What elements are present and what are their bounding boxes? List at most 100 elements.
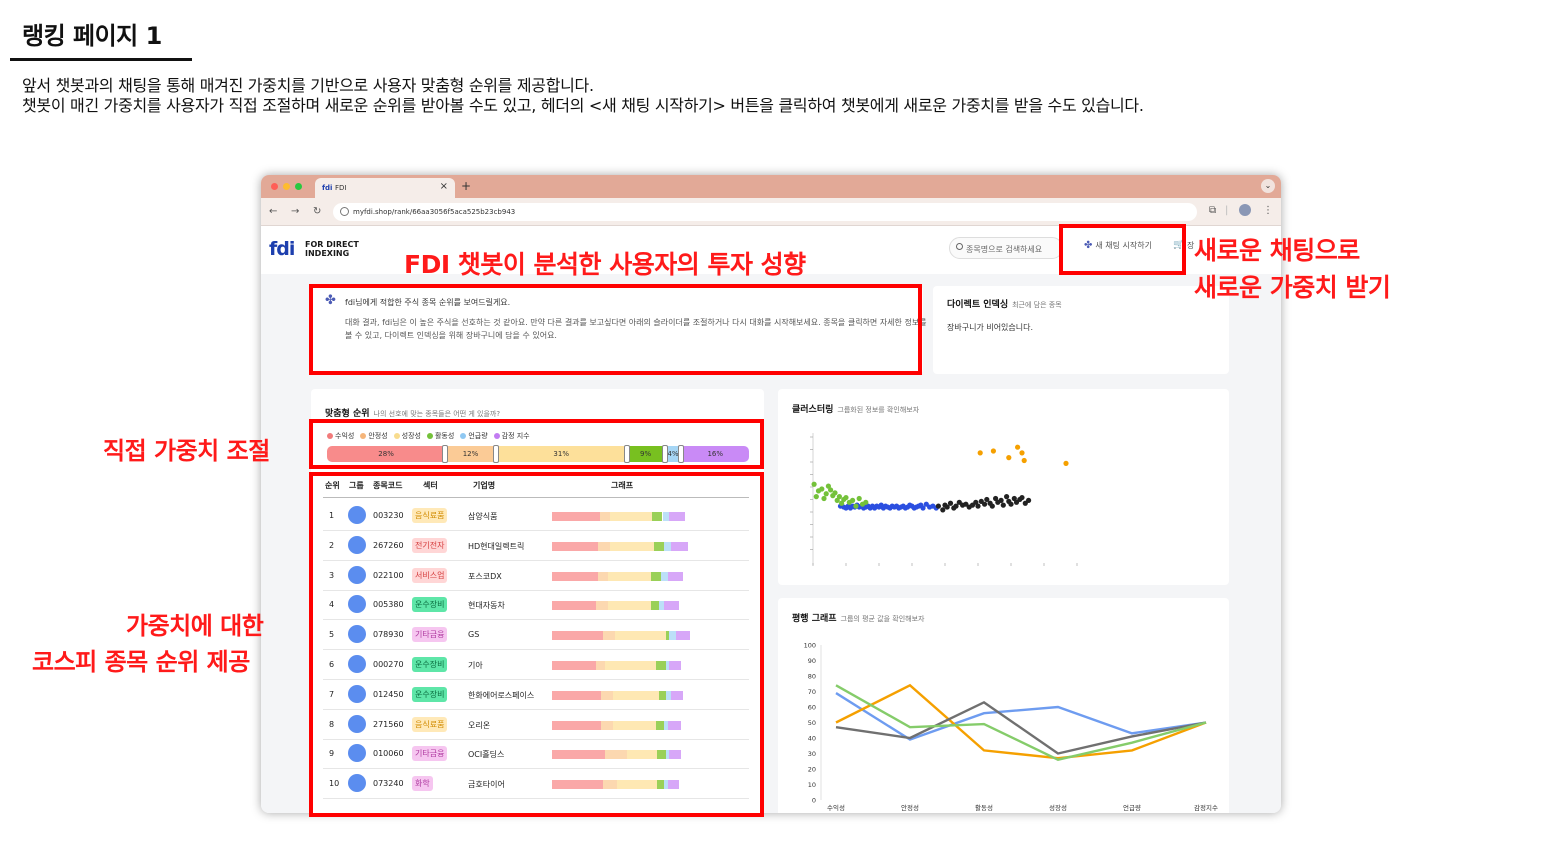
logo-line: FOR DIRECT [305,240,359,249]
tab-search-icon[interactable]: ⌄ [1261,179,1275,193]
ranking-table-highlight [309,472,764,817]
y-tick-label: 50 [808,719,816,727]
site-info-icon[interactable] [340,207,349,216]
y-tick-label: 90 [808,657,816,665]
scatter-point [819,486,825,492]
scatter-point [823,491,829,497]
scatter-point [832,490,838,496]
y-tick-label: 60 [808,704,816,712]
x-tick-label: 감정지수 [1194,803,1218,812]
series-line [835,684,1207,761]
scatter-point [1063,460,1069,466]
section-title-text: 평행 그래프 [792,614,837,624]
scatter-point [998,497,1004,503]
scatter-point [813,494,819,500]
new-tab-icon[interactable]: + [461,179,471,193]
parallel-title: 평행 그래프 그룹의 평균 값을 확인해보자 [792,611,925,624]
browser-toolbar: ← → ↻ myfdi.shop/rank/66aa3056f5aca525b2… [261,198,1281,226]
section-subtitle: 나의 선호에 맞는 종목들은 어떤 게 있을까? [373,410,501,418]
close-window-button[interactable] [271,183,278,190]
scatter-point [850,497,856,503]
annotation-new-chat-2: 새로운 가중치 받기 [1194,273,1391,302]
section-title-text: 다이렉트 인덱싱 [947,300,1009,310]
minimize-window-button[interactable] [283,183,290,190]
scatter-point [982,501,988,507]
scatter-point [821,495,827,502]
scatter-point [940,507,946,513]
x-tick-label: 성장성 [1049,803,1067,812]
forward-icon[interactable]: → [291,206,299,217]
y-tick-label: 100 [804,642,816,650]
close-tab-icon[interactable]: × [440,181,448,192]
scatter-point [836,494,842,500]
section-subtitle: 그룹의 평균 값을 확인해보자 [840,615,925,623]
scatter-point [828,487,834,493]
scatter-point [1008,501,1014,507]
address-bar[interactable]: myfdi.shop/rank/66aa3056f5aca525b23cb943 [333,203,1197,221]
extensions-icon[interactable]: ⧉ [1209,205,1216,216]
scatter-point [935,503,941,509]
tab-title: FDI [335,184,347,192]
x-tick-label: 언급량 [1123,804,1141,812]
tab-fdi[interactable]: fdi FDI × [315,178,455,198]
scatter-point [1019,450,1025,456]
bot-message-highlight [309,284,922,375]
y-tick-label: 80 [808,673,816,681]
scatter-point [989,503,995,509]
section-subtitle: 그룹화된 정보를 확인해보자 [837,406,920,414]
zoom-window-button[interactable] [295,183,302,190]
scatter-point [1026,497,1032,503]
direct-indexing-title: 다이렉트 인덱싱 최근에 담은 종목 [947,297,1062,310]
x-tick-label: 안정성 [901,803,919,812]
annotation-investment-style: FDI 챗봇이 분석한 사용자의 투자 성향 [404,250,806,279]
x-tick-label: 수익성 [827,803,845,812]
search-placeholder: 종목명으로 검색하세요 [966,245,1043,254]
weight-slider-highlight [309,419,764,469]
section-title-text: 맞춤형 순위 [325,409,370,419]
cart-empty-text: 장바구니가 비어있습니다. [947,323,1034,332]
y-tick-label: 30 [808,750,816,758]
scatter-point [1019,494,1025,501]
slide-title: 랭킹 페이지 1 [22,22,162,50]
parallel-line-chart: 0 10 20 30 40 50 60 70 80 90 100 수익성 안정성 활동성 성장성 언급량 감정지… [804,642,1218,813]
y-tick-label: 70 [808,688,816,696]
reload-icon[interactable]: ↻ [313,206,321,217]
clustering-title: 클러스터링 그룹화된 정보를 확인해보자 [792,402,919,415]
y-tick-label: 40 [808,735,816,743]
scatter-point [1006,455,1012,461]
browser-menu-icon[interactable]: ⋮ [1263,205,1273,216]
scatter-point [1004,494,1010,500]
scatter-point [977,450,983,456]
y-tick-label: 0 [812,797,816,805]
scatter-point [811,481,817,487]
series-line [835,683,1207,760]
y-tick-label: 20 [808,766,816,774]
slide-description: 앞서 챗봇과의 채팅을 통해 매겨진 가중치를 기반으로 사용자 맞춤형 순위를… [22,76,1144,116]
tab-bar: fdi FDI × + ⌄ [261,175,1281,198]
clustering-scatter-chart [810,433,1078,566]
scatter-point [975,503,981,509]
scatter-point [947,500,954,506]
y-tick-label: 10 [808,781,816,789]
annotation-weight-adjust: 직접 가중치 조절 [103,437,270,465]
title-underline [10,58,192,61]
toolbar-divider: | [1225,205,1229,216]
fdi-favicon-icon: fdi [322,184,333,192]
back-icon[interactable]: ← [269,206,277,217]
scatter-point [1000,502,1006,508]
ranking-title: 맞춤형 순위 나의 선호에 맞는 종목들은 어떤 게 있을까? [325,406,500,419]
logo-line: INDEXING [305,249,350,258]
url-text: myfdi.shop/rank/66aa3056f5aca525b23cb943 [353,208,516,216]
scatter-point [853,503,859,509]
profile-avatar[interactable] [1239,204,1251,216]
scatter-point [990,448,996,454]
scatter-point [1021,457,1027,464]
fdi-logo[interactable]: fdi [269,238,295,260]
search-input[interactable]: 종목명으로 검색하세요 [949,237,1063,259]
scatter-point [843,494,849,501]
annotation-new-chat-1: 새로운 채팅으로 [1194,236,1360,265]
annotation-ranking-2: 코스피 종목 순위 제공 [32,648,250,676]
section-subtitle: 최근에 담은 종목 [1012,301,1062,309]
x-tick-label: 활동성 [975,803,993,812]
annotation-ranking-1: 가중치에 대한 [126,612,264,640]
